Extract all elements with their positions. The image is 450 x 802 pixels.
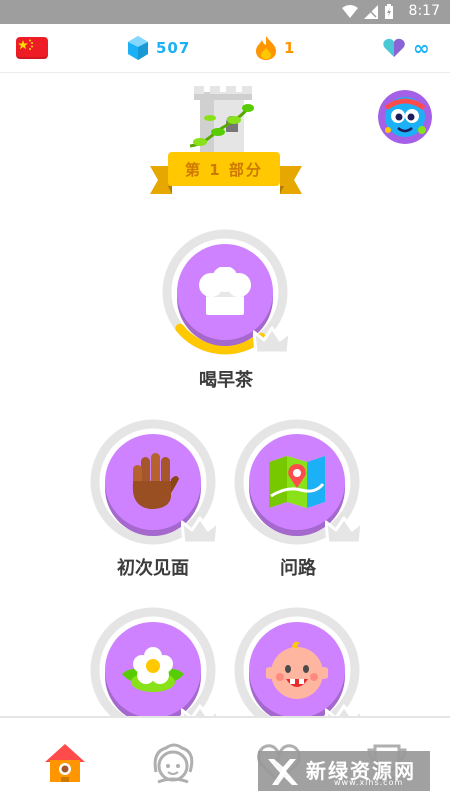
hearts-count: ∞ bbox=[413, 36, 431, 60]
skill-node[interactable] bbox=[89, 418, 219, 546]
nav-profile[interactable] bbox=[148, 738, 198, 788]
skill-label: 问路 bbox=[280, 558, 316, 579]
status-bar: 8:17 bbox=[0, 0, 450, 24]
signal-icon bbox=[364, 4, 378, 19]
flame-icon bbox=[256, 36, 276, 60]
clock: 8:17 bbox=[408, 3, 440, 19]
status-icons bbox=[342, 4, 394, 19]
unit-banner[interactable]: 第 1 部分 bbox=[168, 152, 280, 186]
gems-count: 507 bbox=[156, 39, 191, 57]
wifi-icon bbox=[342, 4, 358, 18]
mascot-icon bbox=[378, 90, 432, 144]
gem-icon bbox=[128, 36, 148, 60]
skill-label: 喝早茶 bbox=[199, 370, 253, 391]
crown-icon bbox=[325, 516, 363, 545]
wave-hand-icon bbox=[132, 453, 179, 509]
skill-node[interactable] bbox=[233, 606, 363, 734]
baby-face-icon bbox=[266, 641, 328, 699]
watermark-logo bbox=[268, 759, 298, 785]
nav-home[interactable] bbox=[40, 738, 90, 788]
top-bar: 507 1 ∞ bbox=[0, 24, 450, 73]
crown-icon bbox=[181, 516, 219, 545]
streak-counter[interactable]: 1 bbox=[256, 36, 295, 60]
skill-node[interactable] bbox=[89, 606, 219, 734]
chef-hat-icon bbox=[199, 267, 251, 315]
skill-node[interactable] bbox=[233, 418, 363, 546]
unit-label: 第 1 部分 bbox=[185, 160, 263, 179]
flower-icon bbox=[122, 647, 184, 692]
heart-icon bbox=[383, 38, 405, 57]
watermark: 新绿资源网 www.xlhs.com bbox=[258, 751, 430, 791]
battery-icon bbox=[385, 4, 393, 19]
skill-label: 初次见面 bbox=[117, 558, 189, 579]
home-icon bbox=[45, 744, 85, 782]
castle-icon[interactable] bbox=[186, 84, 262, 156]
watermark-url: www.xlhs.com bbox=[334, 778, 404, 787]
skill-node[interactable] bbox=[161, 228, 291, 356]
profile-icon bbox=[153, 743, 194, 784]
china-flag-icon[interactable] bbox=[16, 37, 48, 59]
duo-avatar[interactable] bbox=[378, 90, 432, 144]
gems-counter[interactable]: 507 bbox=[128, 36, 190, 60]
crown-icon bbox=[253, 326, 291, 355]
map-icon bbox=[269, 456, 325, 508]
hearts-counter[interactable]: ∞ bbox=[383, 36, 431, 60]
streak-count: 1 bbox=[284, 39, 296, 57]
